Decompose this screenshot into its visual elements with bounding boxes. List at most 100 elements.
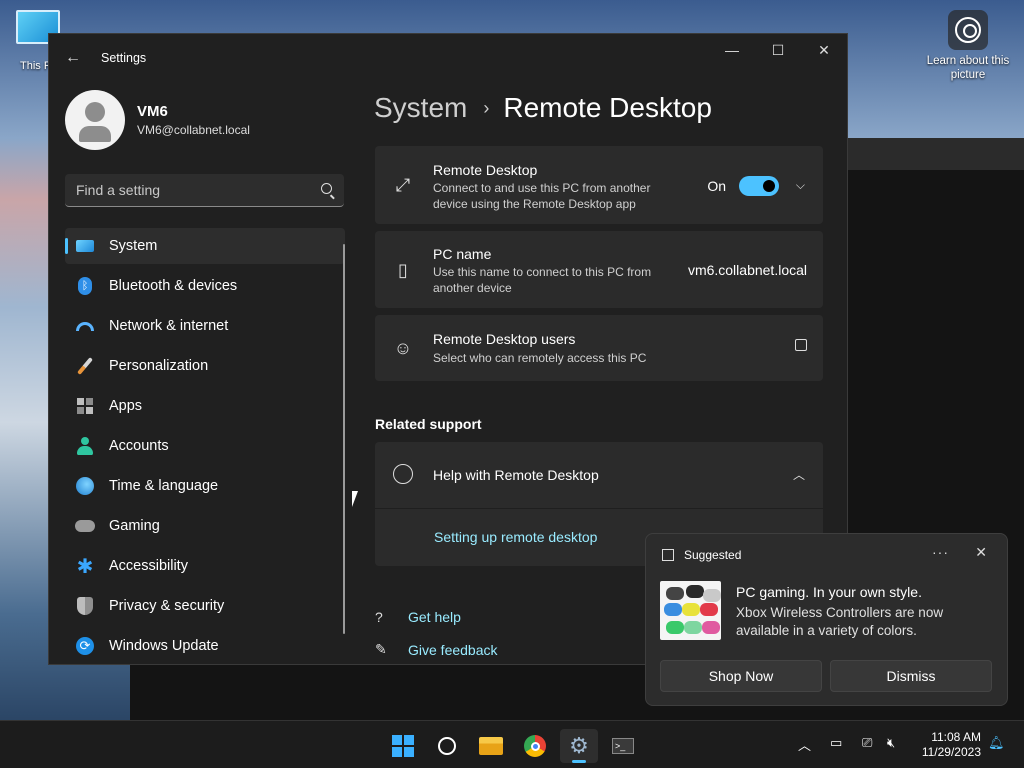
suggestion-toast: Suggested ··· ✕ PC gaming. In your own s… — [645, 533, 1008, 706]
footer-links: ? Get help ✎ Give feedback — [375, 600, 498, 664]
card-title: PC name — [433, 246, 492, 262]
pc-name-card: ▯ PC name Use this name to connect to th… — [375, 231, 823, 308]
help-title[interactable]: Help with Remote Desktop — [433, 467, 599, 483]
camera-info-icon — [948, 10, 988, 50]
sidebar-item-label: Windows Update — [109, 638, 219, 654]
remote-desktop-users-card[interactable]: ☺ Remote Desktop users Select who can re… — [375, 315, 823, 381]
chevron-right-icon: › — [483, 97, 490, 118]
sidebar-item-network[interactable]: Network & internet — [65, 308, 345, 344]
remote-desktop-icon: ⤢ — [395, 174, 411, 195]
search-icon[interactable] — [321, 183, 332, 194]
globe-icon — [393, 464, 413, 484]
toast-header: Suggested — [684, 548, 742, 562]
minimize-button[interactable]: — — [709, 34, 755, 66]
sidebar-item-apps[interactable]: Apps — [65, 388, 345, 424]
setup-remote-desktop-link[interactable]: Setting up remote desktop — [434, 529, 597, 545]
chrome-button[interactable] — [516, 729, 554, 763]
card-description: Select who can remotely access this PC — [433, 351, 647, 365]
learn-about-picture[interactable]: Learn about this picture — [922, 10, 1014, 82]
toggle-state-label: On — [707, 178, 726, 194]
toast-body: Xbox Wireless Controllers are now availa… — [736, 605, 944, 638]
sidebar-item-privacy[interactable]: Privacy & security — [65, 588, 345, 624]
system-icon — [75, 236, 95, 256]
notification-bell-icon[interactable]: 🔔︎ — [988, 735, 1005, 751]
search-button[interactable] — [428, 729, 466, 763]
toast-title: PC gaming. In your own style. — [736, 584, 922, 600]
back-arrow-icon[interactable]: ← — [65, 49, 81, 67]
mouse-cursor — [352, 491, 364, 507]
sidebar-item-gaming[interactable]: Gaming — [65, 508, 345, 544]
sidebar-item-label: Gaming — [109, 518, 160, 534]
sidebar-scrollbar[interactable] — [343, 244, 345, 634]
profile-email: VM6@collabnet.local — [137, 123, 250, 137]
sidebar-item-system[interactable]: System — [65, 228, 345, 264]
update-icon: ⟳ — [75, 636, 95, 656]
sidebar-item-accounts[interactable]: Accounts — [65, 428, 345, 464]
person-check-icon: ☺ — [393, 337, 413, 358]
more-options-icon[interactable]: ··· — [932, 544, 949, 560]
wifi-icon — [75, 316, 95, 336]
give-feedback-link[interactable]: Give feedback — [408, 642, 498, 658]
sidebar-item-windows-update[interactable]: ⟳ Windows Update — [65, 628, 345, 664]
close-button[interactable]: ✕ — [801, 34, 847, 66]
feedback-icon: ✎ — [375, 641, 387, 657]
maximize-button[interactable]: ☐ — [755, 34, 801, 66]
sidebar-item-label: Time & language — [109, 478, 219, 494]
file-explorer-button[interactable] — [472, 729, 510, 763]
start-button[interactable] — [384, 729, 422, 763]
user-profile[interactable]: VM6 VM6@collabnet.local — [65, 90, 250, 150]
close-icon[interactable]: ✕ — [975, 544, 987, 561]
breadcrumb-parent[interactable]: System — [374, 92, 467, 124]
sidebar-nav: System ᛒ Bluetooth & devices Network & i… — [65, 228, 345, 664]
person-icon — [75, 436, 95, 456]
remote-desktop-toggle[interactable] — [739, 176, 779, 196]
taskbar: ⚙ >_ ︿ ▭ ⎚ 🔇︎ 11:08 AM 11/29/2023 🔔︎ — [0, 720, 1024, 768]
divider — [375, 508, 823, 509]
sidebar-item-label: Network & internet — [109, 318, 229, 334]
card-description: Use this name to connect to this PC from… — [433, 265, 652, 295]
remote-desktop-card[interactable]: ⤢ Remote Desktop Connect to and use this… — [375, 146, 823, 224]
get-help-link[interactable]: Get help — [408, 609, 461, 625]
shop-now-button[interactable]: Shop Now — [660, 660, 822, 692]
brush-icon — [75, 356, 95, 376]
clock[interactable]: 11:08 AM 11/29/2023 — [922, 730, 981, 760]
chevron-up-icon[interactable]: ︿ — [793, 466, 805, 483]
apps-icon — [75, 396, 95, 416]
sidebar-item-label: Accounts — [109, 438, 169, 454]
shield-icon — [75, 596, 95, 616]
sidebar-item-accessibility[interactable]: ✱ Accessibility — [65, 548, 345, 584]
related-support-heading: Related support — [375, 416, 482, 432]
window-title: Settings — [101, 51, 147, 65]
card-title: Remote Desktop — [433, 162, 538, 178]
volume-muted-icon[interactable]: 🔇︎ — [887, 735, 895, 751]
pc-name-value: vm6.collabnet.local — [687, 262, 807, 278]
network-offline-icon[interactable]: ▭ — [830, 735, 842, 751]
display-icon[interactable]: ⎚ — [862, 735, 872, 751]
window-controls: — ☐ ✕ — [709, 34, 847, 66]
sidebar-item-bluetooth[interactable]: ᛒ Bluetooth & devices — [65, 268, 345, 304]
clock-time: 11:08 AM — [931, 730, 981, 744]
search-input[interactable] — [65, 182, 305, 198]
folder-icon — [479, 737, 503, 755]
chevron-down-icon[interactable]: ⌵ — [796, 178, 805, 193]
sidebar-item-label: System — [109, 238, 158, 254]
title-bar: ← Settings — ☐ ✕ — [49, 34, 847, 82]
settings-taskbar-button[interactable]: ⚙ — [560, 729, 598, 763]
breadcrumb: System › Remote Desktop — [374, 92, 712, 124]
chrome-icon — [524, 735, 546, 757]
bluetooth-icon: ᛒ — [75, 276, 95, 296]
terminal-button[interactable]: >_ — [604, 729, 642, 763]
search-icon — [438, 737, 456, 755]
sidebar-item-personalization[interactable]: Personalization — [65, 348, 345, 384]
dismiss-button[interactable]: Dismiss — [830, 660, 992, 692]
pc-name-icon: ▯ — [398, 259, 408, 280]
windows-logo-icon — [392, 735, 414, 757]
card-title: Remote Desktop users — [433, 331, 576, 347]
chevron-up-icon[interactable]: ︿ — [798, 735, 811, 754]
sidebar-item-time-language[interactable]: Time & language — [65, 468, 345, 504]
sidebar-item-label: Personalization — [109, 358, 209, 374]
sidebar-item-label: Bluetooth & devices — [109, 278, 238, 294]
open-external-icon[interactable] — [795, 339, 807, 351]
sidebar-item-label: Privacy & security — [109, 598, 225, 614]
help-icon: ? — [375, 608, 383, 625]
